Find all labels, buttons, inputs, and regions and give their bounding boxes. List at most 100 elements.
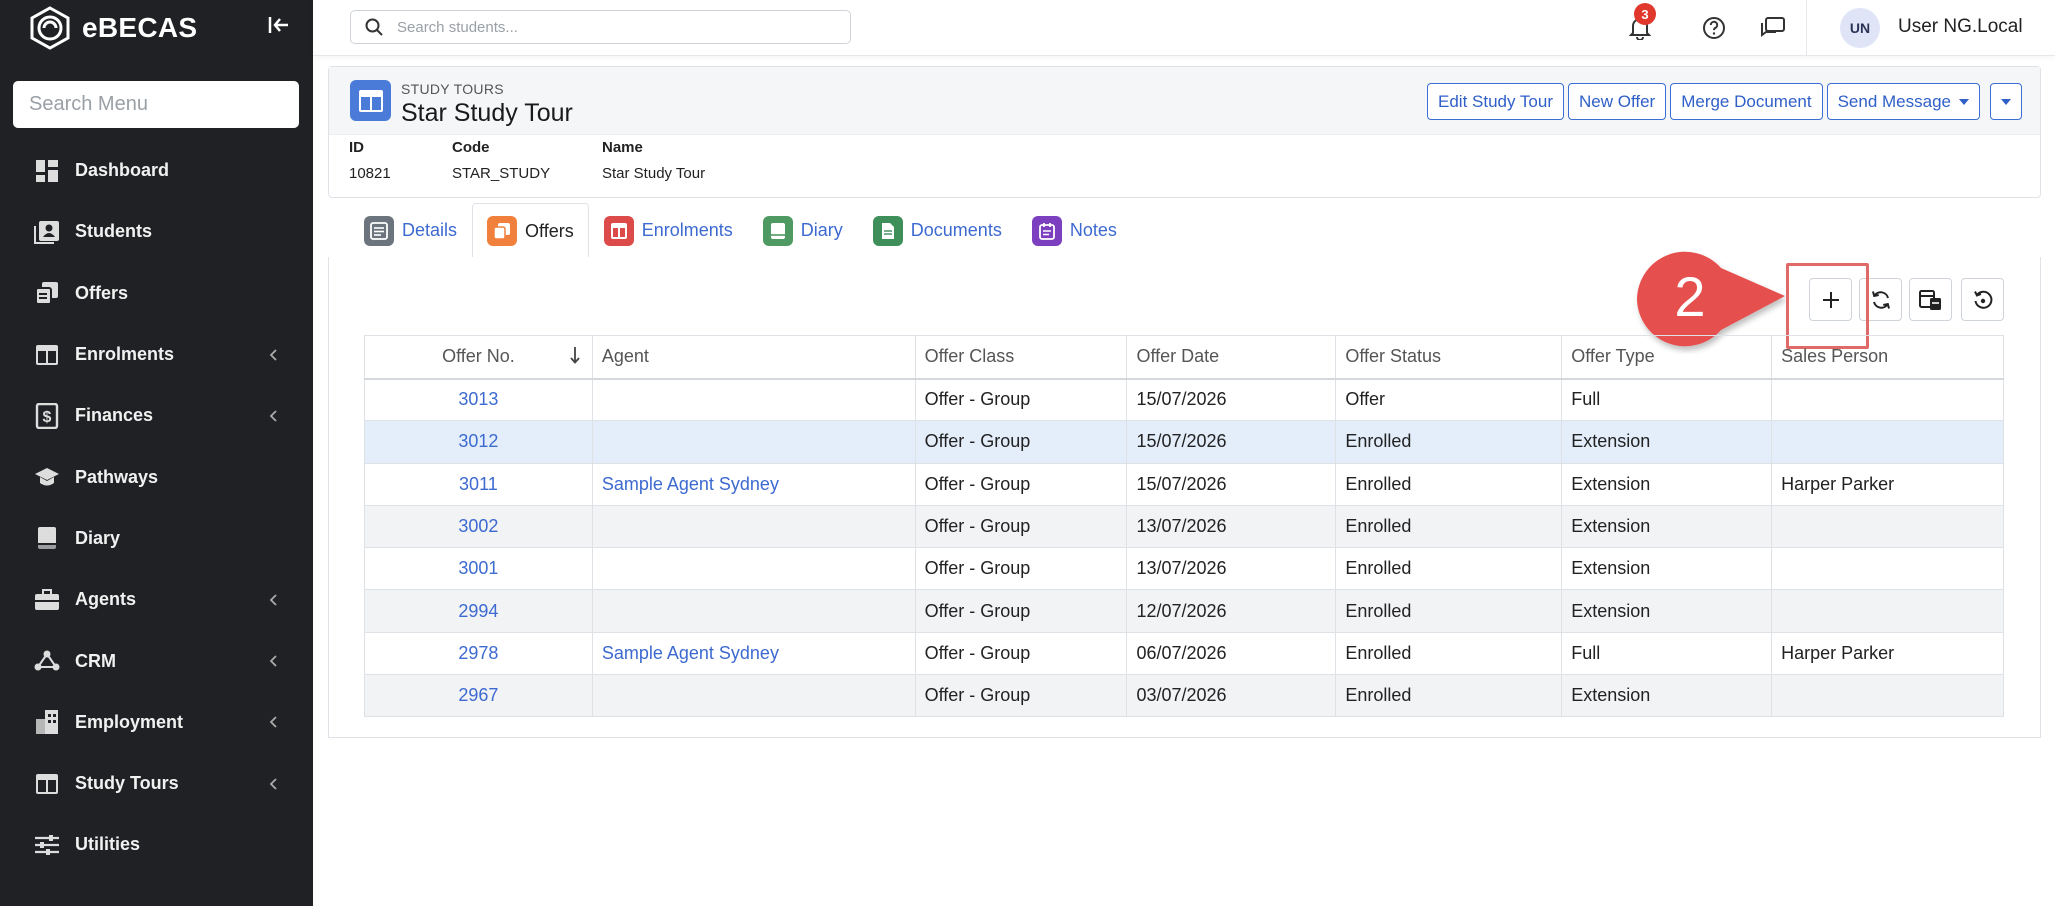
column-header-offer-no[interactable]: Offer No.	[364, 335, 593, 380]
agent-cell	[591, 504, 916, 549]
table-row[interactable]: 2994 Offer - Group 12/07/2026 Enrolled E…	[364, 589, 2004, 633]
sales-person-cell	[1771, 547, 2004, 591]
diary-icon	[762, 215, 793, 246]
sales-person-cell: Harper Parker	[1771, 631, 2004, 676]
offer-type-cell: Extension	[1561, 589, 1773, 633]
graduation-cap-icon	[33, 463, 61, 491]
offers-table: Offer No. Agent Offer Class Offer Date O…	[364, 335, 2004, 718]
notes-icon	[1031, 215, 1062, 246]
student-search[interactable]	[350, 10, 851, 44]
column-header-offer-class[interactable]: Offer Class	[914, 335, 1128, 380]
column-header-offer-date[interactable]: Offer Date	[1126, 335, 1337, 380]
new-offer-button[interactable]: New Offer	[1567, 83, 1667, 120]
offer-class-cell: Offer - Group	[914, 462, 1128, 506]
column-header-offer-type[interactable]: Offer Type	[1561, 335, 1773, 380]
sidebar-item-dashboard[interactable]: Dashboard	[0, 140, 313, 201]
sidebar-item-students[interactable]: Students	[0, 201, 313, 262]
code-value: STAR_STUDY	[452, 165, 551, 182]
offer-class-cell: Offer - Group	[914, 420, 1128, 464]
sliders-icon	[33, 831, 61, 859]
breadcrumb[interactable]: STUDY TOURS	[401, 81, 504, 97]
table-row[interactable]: 2967 Offer - Group 03/07/2026 Enrolled E…	[364, 674, 2004, 718]
enrolments-icon	[603, 215, 634, 246]
sales-person-cell	[1771, 674, 2004, 718]
sidebar-item-diary[interactable]: Diary	[0, 508, 313, 569]
crm-icon	[33, 647, 61, 675]
export-columns-icon	[1918, 289, 1941, 310]
offer-link[interactable]: 2978	[458, 643, 498, 663]
brand[interactable]: eBECAS	[28, 6, 197, 50]
offer-type-cell: Full	[1561, 631, 1773, 676]
offer-link[interactable]: 3013	[458, 389, 498, 409]
sidebar-item-employment[interactable]: Employment	[0, 692, 313, 753]
chevron-left-icon	[269, 410, 277, 422]
agent-cell	[591, 377, 916, 422]
sidebar-item-agents[interactable]: Agents	[0, 569, 313, 630]
sidebar-item-finances[interactable]: $ Finances	[0, 385, 313, 446]
tab-offers[interactable]: Offers	[472, 203, 589, 258]
column-header-agent[interactable]: Agent	[591, 335, 916, 380]
sidebar-item-utilities[interactable]: Utilities	[0, 814, 313, 875]
tab-documents[interactable]: Documents	[858, 203, 1017, 257]
offer-status-cell: Offer	[1335, 377, 1563, 422]
tab-diary[interactable]: Diary	[748, 203, 858, 257]
offer-link[interactable]: 2994	[458, 601, 498, 621]
offer-no-cell: 2978	[364, 631, 593, 676]
table-row[interactable]: 2978 Sample Agent Sydney Offer - Group 0…	[364, 631, 2004, 676]
sidebar-nav: Dashboard Students Offers Enrolments $ F…	[0, 140, 313, 876]
offer-date-cell: 15/07/2026	[1126, 377, 1337, 422]
sidebar-item-crm[interactable]: CRM	[0, 630, 313, 691]
edit-study-tour-button[interactable]: Edit Study Tour	[1427, 83, 1564, 120]
table-row[interactable]: 3012 Offer - Group 15/07/2026 Enrolled E…	[364, 420, 2004, 464]
sidebar-item-label: Students	[75, 221, 153, 242]
sidebar-item-offers[interactable]: Offers	[0, 263, 313, 324]
avatar[interactable]: UN	[1840, 8, 1880, 48]
offer-link[interactable]: 2967	[458, 685, 498, 705]
export-button[interactable]	[1909, 278, 1952, 321]
tab-enrolments[interactable]: Enrolments	[589, 203, 748, 257]
table-row[interactable]: 3001 Offer - Group 13/07/2026 Enrolled E…	[364, 547, 2004, 591]
offer-link[interactable]: 3001	[458, 558, 498, 578]
help-button[interactable]	[1700, 14, 1728, 42]
offer-link[interactable]: 3011	[459, 474, 498, 494]
offer-date-cell: 13/07/2026	[1126, 504, 1337, 549]
sidebar-item-pathways[interactable]: Pathways	[0, 446, 313, 507]
sidebar-item-label: Pathways	[75, 466, 159, 487]
offer-class-cell: Offer - Group	[914, 547, 1128, 591]
column-header-offer-status[interactable]: Offer Status	[1335, 335, 1563, 380]
tab-bar: Details Offers Enrolments Diary Document…	[349, 203, 1132, 258]
user-name[interactable]: User NG.Local	[1898, 16, 2023, 38]
offer-link[interactable]: 3002	[458, 516, 498, 536]
offer-class-cell: Offer - Group	[914, 589, 1128, 633]
offer-status-cell: Enrolled	[1335, 589, 1563, 633]
id-label: ID	[349, 139, 364, 156]
offer-link[interactable]: 3012	[458, 431, 498, 451]
agent-link[interactable]: Sample Agent Sydney	[602, 474, 779, 494]
chevron-left-icon	[269, 777, 277, 790]
offer-date-cell: 06/07/2026	[1126, 631, 1337, 676]
offer-type-cell: Extension	[1561, 674, 1773, 718]
menu-search-input[interactable]	[13, 81, 299, 128]
finances-icon: $	[33, 402, 61, 430]
sidebar-item-study-tours[interactable]: Study Tours	[0, 753, 313, 814]
sidebar-item-enrolments[interactable]: Enrolments	[0, 324, 313, 385]
tab-notes[interactable]: Notes	[1017, 203, 1132, 257]
collapse-sidebar-button[interactable]	[266, 12, 292, 38]
reset-button[interactable]	[1961, 278, 2004, 321]
send-message-button[interactable]: Send Message	[1826, 83, 1980, 120]
sidebar-item-label: Employment	[75, 711, 184, 732]
dashboard-icon	[33, 157, 61, 185]
agent-link[interactable]: Sample Agent Sydney	[602, 643, 779, 663]
table-row[interactable]: 3013 Offer - Group 15/07/2026 Offer Full	[364, 377, 2004, 422]
column-header-sales-person[interactable]: Sales Person	[1771, 335, 2004, 380]
tab-details[interactable]: Details	[349, 203, 472, 257]
sidebar-item-label: Utilities	[75, 834, 141, 855]
table-row[interactable]: 3011 Sample Agent Sydney Offer - Group 1…	[364, 462, 2004, 506]
sidebar-item-label: CRM	[75, 650, 116, 671]
student-search-input[interactable]	[397, 18, 817, 36]
table-row[interactable]: 3002 Offer - Group 13/07/2026 Enrolled E…	[364, 504, 2004, 549]
messages-button[interactable]	[1759, 14, 1787, 42]
more-actions-button[interactable]	[1990, 83, 2022, 120]
caret-down-icon	[2001, 98, 2011, 105]
merge-document-button[interactable]: Merge Document	[1670, 83, 1823, 120]
